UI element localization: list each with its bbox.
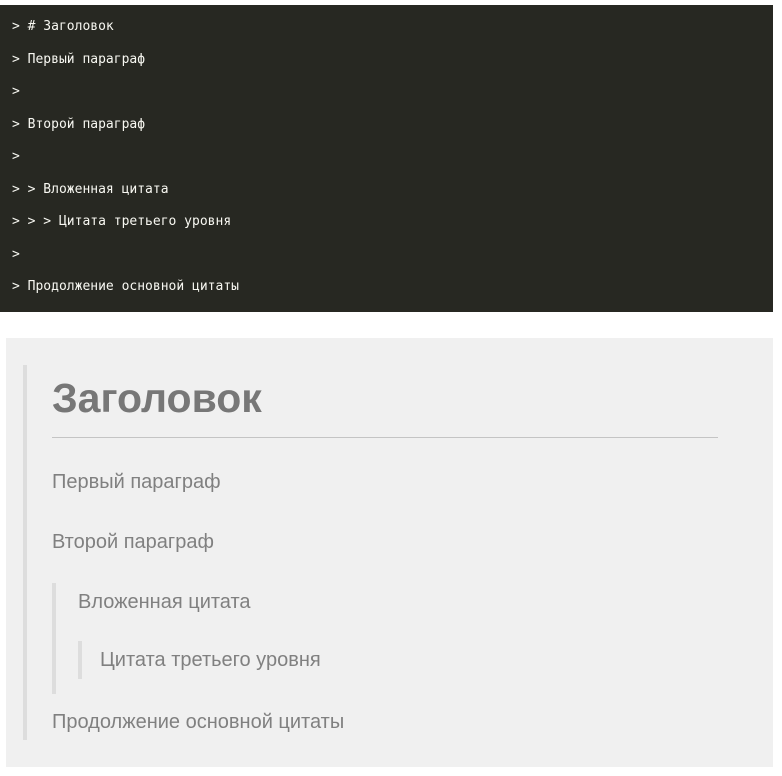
source-line: > > Вложенная цитата xyxy=(12,181,169,197)
third-level-quote-text: Цитата третьего уровня xyxy=(100,649,321,671)
second-paragraph: Второй параграф xyxy=(52,531,214,553)
rendered-preview-panel: Заголовок Первый параграф Второй парагра… xyxy=(6,338,773,767)
blockquote-level-3: Цитата третьего уровня xyxy=(78,641,638,679)
blockquote-level-1: Заголовок Первый параграф Второй парагра… xyxy=(23,365,723,740)
source-line: > Первый параграф xyxy=(12,51,146,67)
heading-divider xyxy=(52,437,718,438)
blockquote-level-2: Вложенная цитата Цитата третьего уровня xyxy=(52,583,692,694)
source-line: > xyxy=(12,149,20,164)
nested-quote-text: Вложенная цитата xyxy=(78,591,251,613)
quote-heading: Заголовок xyxy=(52,375,262,421)
source-line: > # Заголовок xyxy=(12,19,114,34)
source-line: > > > Цитата третьего уровня xyxy=(12,214,232,229)
source-line: > Второй параграф xyxy=(12,116,146,132)
source-line: > xyxy=(12,246,20,262)
continuation-paragraph: Продолжение основной цитаты xyxy=(52,711,345,733)
first-paragraph: Первый параграф xyxy=(52,471,221,493)
source-line: > xyxy=(12,84,20,99)
markdown-source-panel: > # Заголовок > Первый параграф > > Втор… xyxy=(0,5,773,312)
source-line: > Продолжение основной цитаты xyxy=(12,279,239,294)
